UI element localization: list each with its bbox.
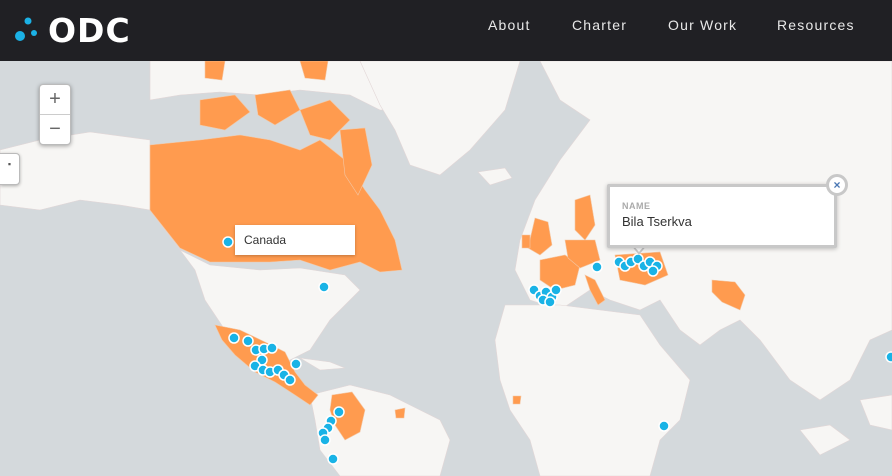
nav-our-work[interactable]: Our Work [668, 17, 737, 33]
layers-icon: ▪ [7, 159, 12, 169]
nav-charter[interactable]: Charter [572, 17, 627, 33]
location-popup: NAME Bila Tserkva [607, 184, 837, 248]
map-canvas [0, 61, 892, 476]
zoom-control: + − [39, 84, 71, 145]
zoom-in-button[interactable]: + [40, 85, 70, 115]
odc-logo-icon [15, 17, 37, 41]
popup-field-value: Bila Tserkva [622, 214, 692, 229]
logo-text: ODC [48, 10, 131, 50]
country-hover-label: Canada [235, 225, 355, 255]
odc-logo[interactable]: ODC [14, 10, 131, 50]
world-map[interactable]: + − ▪ Canada NAME Bila Tserkva × [0, 61, 892, 476]
top-navbar: ODC About Charter Our Work Resources [0, 0, 892, 61]
zoom-out-button[interactable]: − [40, 115, 70, 144]
nav-about[interactable]: About [488, 17, 531, 33]
layers-toggle[interactable]: ▪ [0, 153, 20, 185]
popup-close-button[interactable]: × [826, 174, 848, 196]
popup-field-label: NAME [622, 201, 651, 211]
nav-resources[interactable]: Resources [777, 17, 855, 33]
